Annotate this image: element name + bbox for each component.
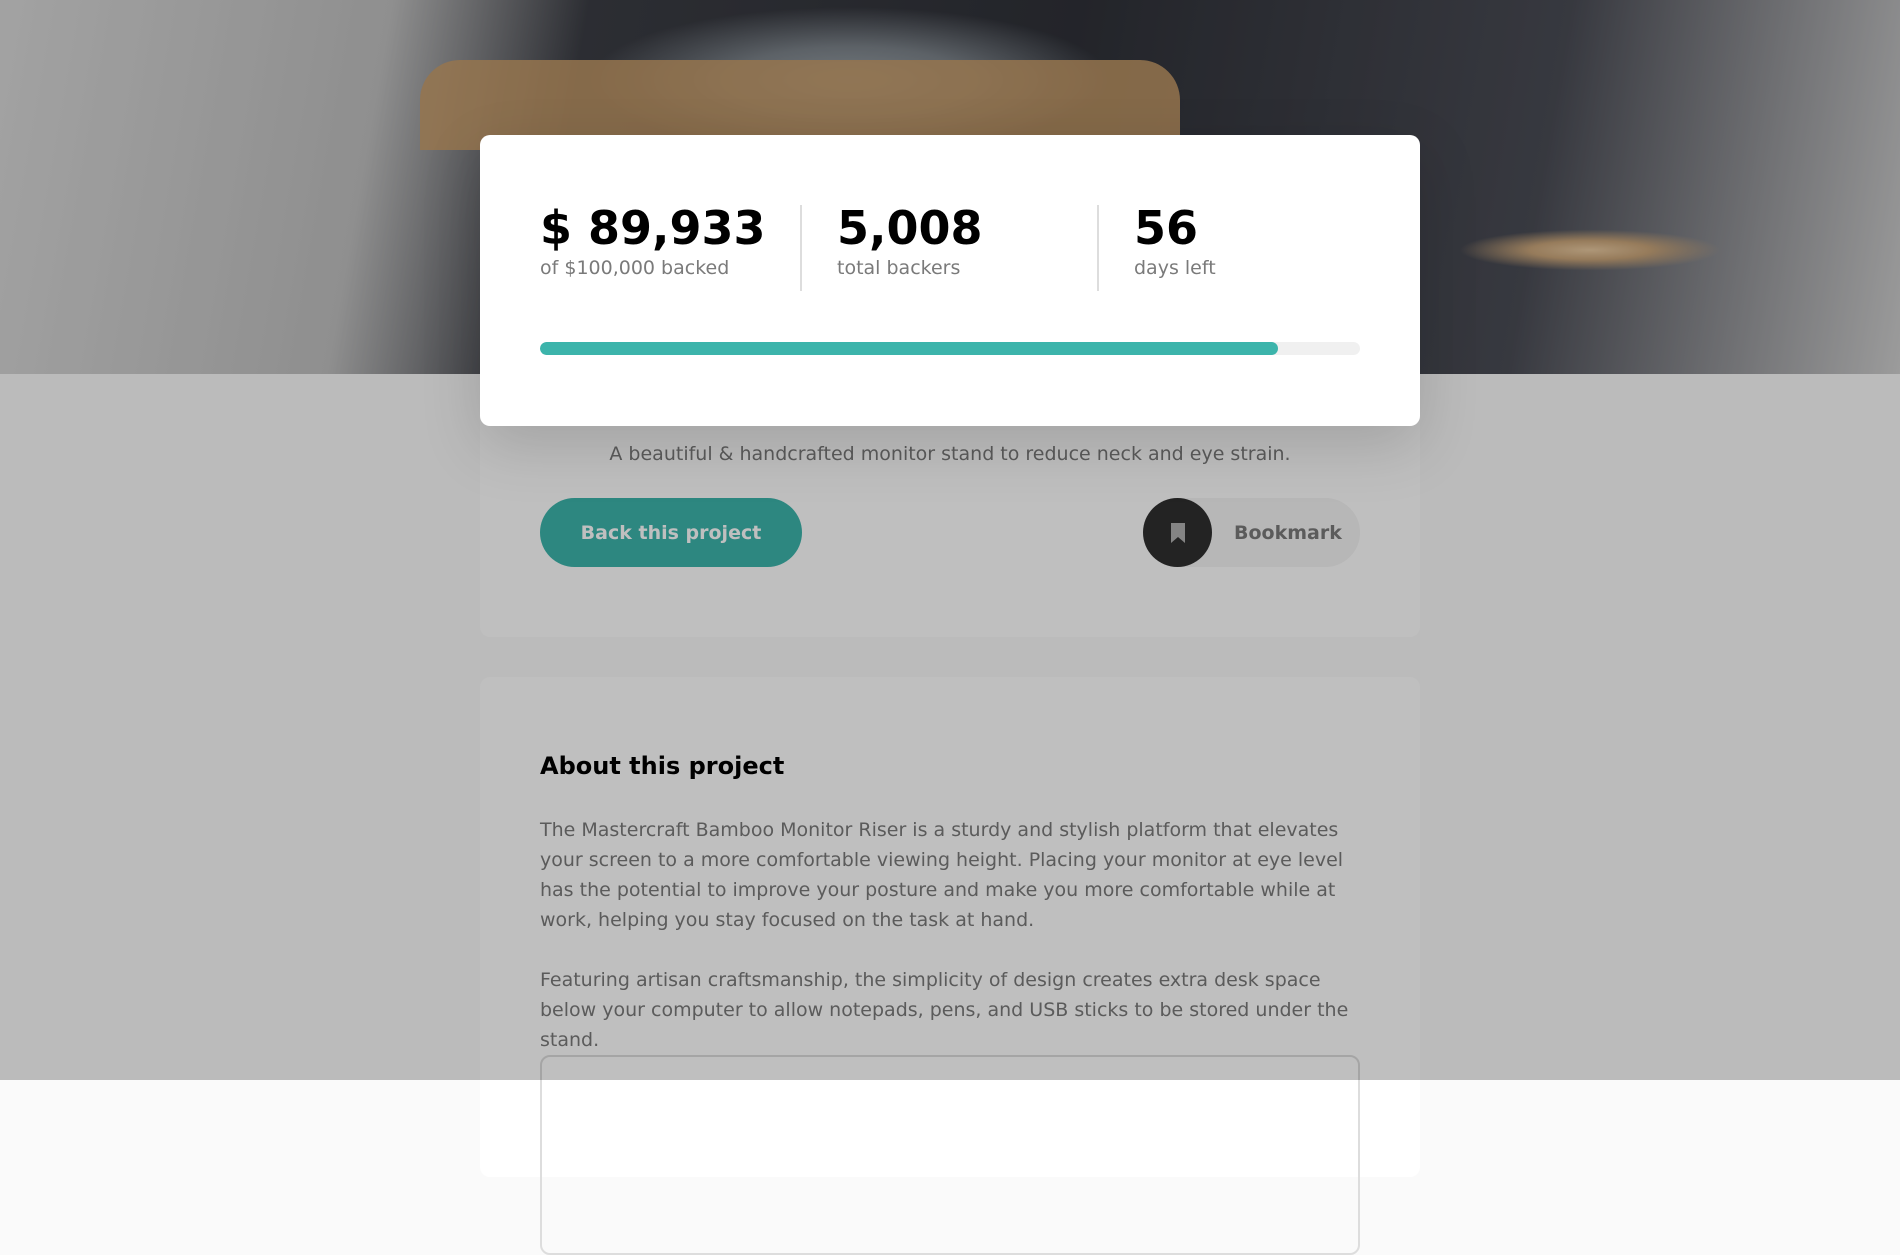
divider — [1097, 205, 1099, 291]
stats-card: $ 89,933 of $100,000 backed 5,008 total … — [480, 135, 1420, 426]
backers-value: 5,008 — [837, 201, 983, 255]
divider — [800, 205, 802, 291]
days-label: days left — [1134, 257, 1216, 279]
days-value: 56 — [1134, 201, 1199, 255]
backers-stat: 5,008 total backers — [837, 203, 983, 279]
backers-label: total backers — [837, 257, 961, 279]
progress-fill — [540, 342, 1278, 355]
progress-bar — [540, 342, 1360, 355]
amount-stat: $ 89,933 of $100,000 backed — [540, 203, 766, 279]
amount-label: of $100,000 backed — [540, 257, 730, 279]
amount-value: $ 89,933 — [540, 201, 766, 255]
days-stat: 56 days left — [1134, 203, 1216, 279]
pledge-card — [540, 1055, 1360, 1255]
